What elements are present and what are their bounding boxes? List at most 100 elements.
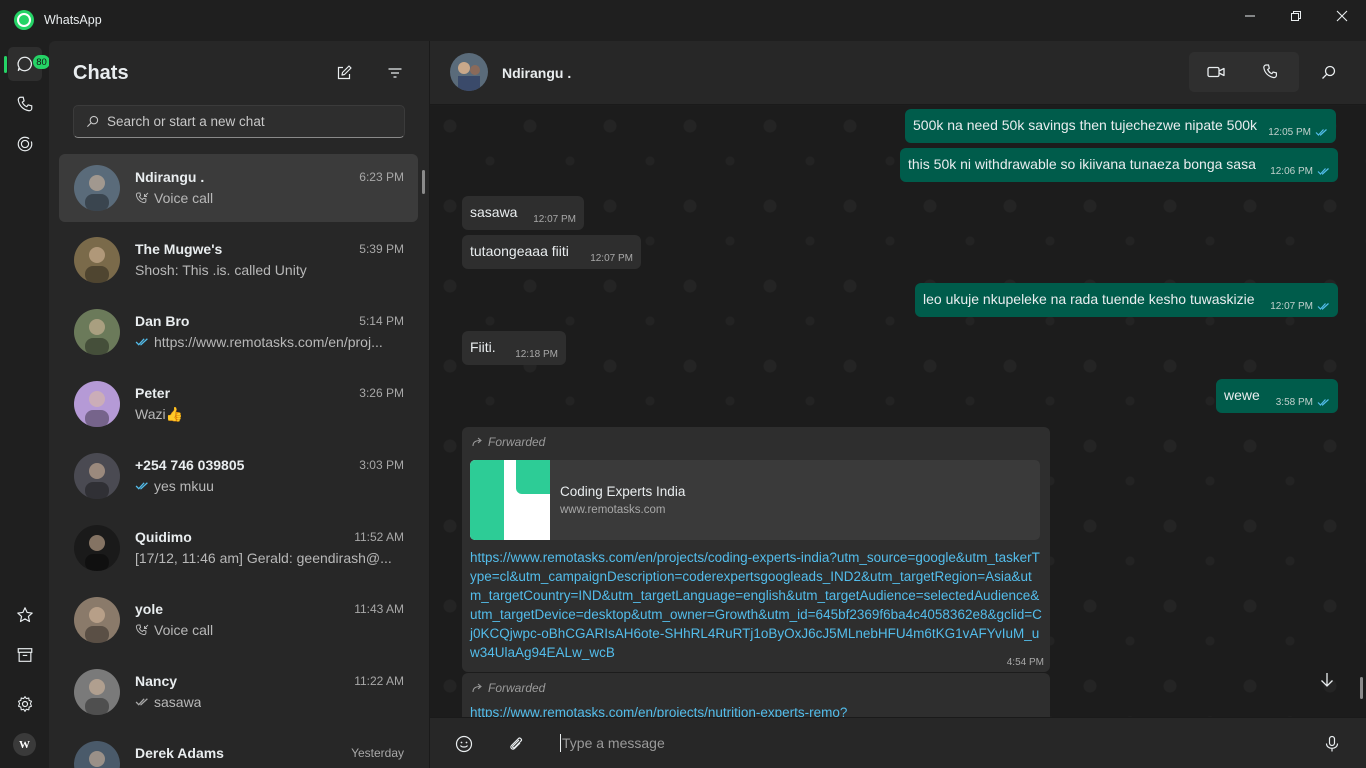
avatar <box>74 525 120 571</box>
rail-starred-button[interactable] <box>8 598 42 632</box>
chat-time: 11:43 AM <box>354 602 404 616</box>
restore-icon <box>1291 11 1301 21</box>
avatar <box>74 741 120 768</box>
outgoing-message[interactable]: leo ukuje nkupeleke na rada tuende kesho… <box>915 283 1338 317</box>
message-meta: 12:18 PM <box>515 349 558 360</box>
forwarded-label: Forwarded <box>472 435 545 449</box>
chat-time: Yesterday <box>351 746 404 760</box>
chat-preview-text: sasawa <box>154 694 202 710</box>
message-area[interactable]: 500k na need 50k savings then tujechezwe… <box>430 106 1366 733</box>
new-chat-button[interactable] <box>333 62 355 84</box>
forward-arrow-icon <box>472 437 482 447</box>
arrow-down-icon <box>1321 673 1333 687</box>
contact-name[interactable]: Ndirangu . <box>502 65 571 81</box>
message-text: wewe <box>1224 387 1260 403</box>
chat-preview: Voice call <box>135 622 403 638</box>
contact-avatar[interactable] <box>450 53 488 91</box>
incoming-message[interactable]: tutaongeaaa fiiti 12:07 PM <box>462 235 641 269</box>
chat-name: Derek Adams <box>135 745 224 761</box>
message-text: 500k na need 50k savings then tujechezwe… <box>913 117 1258 133</box>
chat-name: +254 746 039805 <box>135 457 245 473</box>
chat-preview-text: [17/12, 11:46 am] Gerald: geendirash@... <box>135 550 392 566</box>
message-input[interactable]: Type a message <box>560 734 665 752</box>
title-bar: WhatsApp <box>0 0 1366 41</box>
restore-button[interactable] <box>1273 0 1319 32</box>
navigation-rail: 80 W <box>0 41 50 768</box>
double-tick-icon <box>1317 303 1329 310</box>
voice-call-button[interactable] <box>1259 61 1281 83</box>
chat-list-item[interactable]: Nancy 11:22 AM sasawa <box>59 658 418 726</box>
outgoing-message[interactable]: wewe 3:58 PM <box>1216 379 1338 413</box>
link-preview-domain: www.remotasks.com <box>560 504 666 516</box>
message-text: tutaongeaaa fiiti <box>470 243 569 259</box>
read-receipt <box>1317 167 1330 176</box>
forwarded-link-message[interactable]: Forwarded Coding Experts India www.remot… <box>462 427 1050 672</box>
forward-arrow-icon <box>472 683 482 693</box>
link-preview-card[interactable]: Coding Experts India www.remotasks.com <box>470 460 1040 540</box>
scroll-to-bottom-button[interactable] <box>1316 669 1338 691</box>
read-receipt <box>1317 302 1330 311</box>
conversation-header: Ndirangu . <box>430 41 1366 105</box>
chat-list-item[interactable]: Peter 3:26 PM Wazi👍 <box>59 370 418 438</box>
filter-button[interactable] <box>384 62 406 84</box>
chat-list-item[interactable]: Quidimo 11:52 AM [17/12, 11:46 am] Gerald:… <box>59 514 418 582</box>
chat-preview: [17/12, 11:46 am] Gerald: geendirash@... <box>135 550 403 566</box>
double-tick-icon <box>135 480 149 492</box>
call-button-group <box>1189 52 1299 92</box>
incoming-call-icon <box>135 192 149 204</box>
outgoing-message[interactable]: 500k na need 50k savings then tujechezwe… <box>905 109 1336 143</box>
message-text: this 50k ni withdrawable so ikiivana tun… <box>908 156 1256 172</box>
chat-list-scrollbar[interactable] <box>422 170 425 194</box>
rail-calls-button[interactable] <box>8 87 42 121</box>
rail-settings-button[interactable] <box>8 687 42 721</box>
incoming-message[interactable]: sasawa 12:07 PM <box>462 196 584 230</box>
chat-preview-text: Voice call <box>154 622 214 638</box>
close-button[interactable] <box>1319 0 1365 32</box>
video-call-button[interactable] <box>1205 61 1227 83</box>
chat-time: 5:39 PM <box>359 242 404 256</box>
chat-time: 3:03 PM <box>359 458 404 472</box>
chat-list-item[interactable]: Derek Adams Yesterday <box>59 730 418 768</box>
chat-time: 11:22 AM <box>354 674 404 688</box>
conversation-scrollbar[interactable] <box>1360 677 1363 699</box>
message-time: 12:06 PM <box>1270 166 1313 177</box>
rail-chats-button[interactable]: 80 <box>8 47 50 81</box>
double-tick-icon <box>1317 168 1329 175</box>
attach-button[interactable] <box>506 734 526 754</box>
incoming-message[interactable]: Fiiti. 12:18 PM <box>462 331 566 365</box>
message-text: leo ukuje nkupeleke na rada tuende kesho… <box>923 291 1255 307</box>
message-time: 12:07 PM <box>533 214 576 225</box>
search-input[interactable]: Search or start a new chat <box>73 105 405 138</box>
emoji-button[interactable] <box>454 734 474 754</box>
forwarded-link-url[interactable]: https://www.remotasks.com/en/projects/co… <box>470 548 1042 662</box>
chat-preview-text: https://www.remotasks.com/en/proj... <box>154 334 383 350</box>
whatsapp-logo-icon <box>14 10 34 30</box>
chat-list-item[interactable]: Dan Bro 5:14 PM https://www.remotasks.com/… <box>59 298 418 366</box>
conversation-panel: Ndirangu . 500k na need 50k savings then… <box>430 41 1366 768</box>
profile-avatar[interactable]: W <box>13 733 36 756</box>
voice-message-button[interactable] <box>1322 734 1342 754</box>
chat-list-item[interactable]: +254 746 039805 3:03 PM yes mkuu <box>59 442 418 510</box>
chat-preview: https://www.remotasks.com/en/proj... <box>135 334 403 350</box>
message-meta: 12:07 PM <box>590 253 633 264</box>
star-icon <box>17 607 33 623</box>
rail-archived-button[interactable] <box>8 638 42 672</box>
incoming-call-icon <box>135 624 149 636</box>
chat-name: Nancy <box>135 673 178 689</box>
message-time: 12:05 PM <box>1268 127 1311 138</box>
chat-list-item[interactable]: The Mugwe's 5:39 PM Shosh: This .is. calle… <box>59 226 418 294</box>
chat-name: Quidimo <box>135 529 192 545</box>
double-tick-icon <box>1315 129 1327 136</box>
message-time: 12:07 PM <box>1270 301 1313 312</box>
chat-preview: Shosh: This .is. called Unity <box>135 262 403 278</box>
outgoing-message[interactable]: this 50k ni withdrawable so ikiivana tun… <box>900 148 1338 182</box>
phone-icon <box>1263 64 1277 79</box>
chat-list-item[interactable]: yole 11:43 AM Voice call <box>59 586 418 654</box>
filter-icon <box>388 68 402 78</box>
chat-list-item[interactable]: Ndirangu . 6:23 PM Voice call <box>59 154 418 222</box>
minimize-icon <box>1245 15 1255 17</box>
conversation-search-button[interactable] <box>1319 63 1339 83</box>
rail-status-button[interactable] <box>8 127 42 161</box>
double-tick-icon <box>135 698 148 706</box>
minimize-button[interactable] <box>1227 0 1273 32</box>
